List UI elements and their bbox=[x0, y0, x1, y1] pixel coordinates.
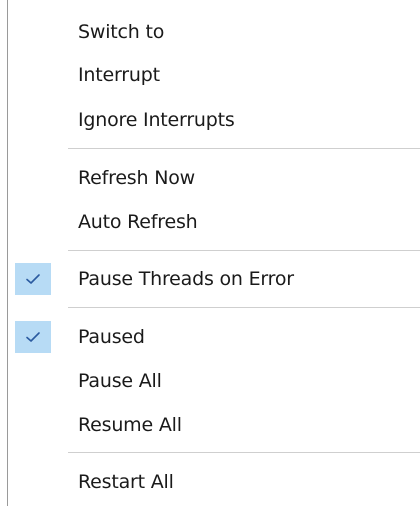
menu-item-ignore-interrupts[interactable]: Ignore Interrupts bbox=[8, 103, 420, 137]
menu-separator bbox=[68, 452, 420, 453]
menu-item-label: Restart All bbox=[78, 471, 174, 493]
menu-item-label: Auto Refresh bbox=[78, 211, 198, 233]
menu-item-resume-all[interactable]: Resume All bbox=[8, 408, 420, 442]
menu-separator bbox=[68, 250, 420, 251]
menu-item-pause-all[interactable]: Pause All bbox=[8, 364, 420, 398]
menu-item-paused[interactable]: Paused bbox=[8, 320, 420, 354]
menu-item-pause-threads-on-error[interactable]: Pause Threads on Error bbox=[8, 262, 420, 296]
menu-item-refresh-now[interactable]: Refresh Now bbox=[8, 161, 420, 195]
menu-item-label: Ignore Interrupts bbox=[78, 109, 235, 131]
menu-separator bbox=[68, 307, 420, 308]
menu-item-auto-refresh[interactable]: Auto Refresh bbox=[8, 205, 420, 239]
checkmark-icon bbox=[26, 274, 40, 284]
menu-item-label: Switch to bbox=[78, 21, 165, 43]
menu-item-interrupt[interactable]: Interrupt bbox=[8, 58, 420, 92]
context-menu: Switch to Interrupt Ignore Interrupts Re… bbox=[0, 0, 420, 506]
menu-item-label: Pause Threads on Error bbox=[78, 268, 294, 290]
menu-item-label: Paused bbox=[78, 326, 145, 348]
menu-item-label: Resume All bbox=[78, 414, 182, 436]
checkmark-icon bbox=[26, 332, 40, 342]
check-indicator bbox=[15, 263, 51, 295]
menu-item-label: Pause All bbox=[78, 370, 162, 392]
check-indicator bbox=[15, 321, 51, 353]
menu-separator bbox=[68, 148, 420, 149]
menu-item-restart-all[interactable]: Restart All bbox=[8, 465, 420, 499]
menu-item-label: Refresh Now bbox=[78, 167, 195, 189]
menu-item-label: Interrupt bbox=[78, 64, 160, 86]
menu-item-switch-to[interactable]: Switch to bbox=[8, 15, 420, 49]
